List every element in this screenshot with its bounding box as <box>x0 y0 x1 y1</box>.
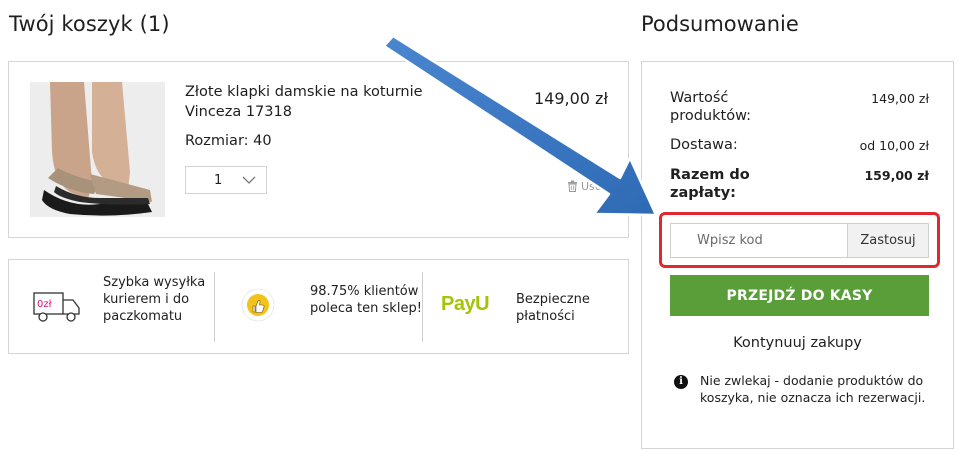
benefit-text-recommendation: 98.75% klientów poleca ten sklep! <box>310 284 422 316</box>
order-summary-panel: Wartość produktów: 149,00 zł Dostawa: od… <box>641 61 954 449</box>
sandal-photo <box>30 82 165 217</box>
benefits-bar: 0zł Szybka wysyłka kurierem i do paczkom… <box>8 259 629 354</box>
free-shipping-badge: 0zł <box>37 299 52 310</box>
apply-coupon-button[interactable]: Zastosuj <box>847 223 929 258</box>
product-image[interactable] <box>30 82 165 217</box>
trash-icon <box>568 180 577 192</box>
chevron-down-icon <box>242 176 256 184</box>
summary-title: Podsumowanie <box>641 12 799 36</box>
info-icon: i <box>674 375 688 389</box>
products-value: 149,00 zł <box>871 91 929 106</box>
total-label: Razem do zapłaty: <box>670 167 750 201</box>
coupon-code-input[interactable] <box>670 223 848 258</box>
cart-title: Twój koszyk (1) <box>9 12 170 36</box>
remove-label: Usuń <box>581 179 609 193</box>
product-size: Rozmiar: 40 <box>185 133 272 149</box>
thumbs-up-badge-icon <box>241 288 275 322</box>
benefit-text-payments: Bezpieczne płatności <box>516 292 590 324</box>
benefit-text-shipping: Szybka wysyłka kurierem i do paczkomatu <box>103 275 206 324</box>
product-price: 149,00 zł <box>533 89 608 108</box>
total-value: 159,00 zł <box>864 168 929 183</box>
cart-item-card: Złote klapki damskie na koturnie Vinceza… <box>8 61 629 238</box>
benefit-divider <box>422 272 423 342</box>
benefit-divider <box>214 272 215 342</box>
quantity-value: 1 <box>214 173 223 188</box>
delivery-truck-icon: 0zł <box>33 292 80 322</box>
shipping-value: od 10,00 zł <box>859 138 929 153</box>
products-value-label: Wartość produktów: <box>670 90 752 124</box>
remove-item-button[interactable]: Usuń <box>567 177 611 195</box>
product-name[interactable]: Złote klapki damskie na koturnie Vinceza… <box>185 82 445 122</box>
shipping-label: Dostawa: <box>670 137 738 153</box>
reservation-info-note: Nie zwlekaj - dodanie produktów do koszy… <box>700 373 926 405</box>
continue-shopping-link[interactable]: Kontynuuj zakupy <box>642 335 953 351</box>
payu-logo: PayU <box>441 293 490 315</box>
quantity-select[interactable]: 1 <box>185 166 267 194</box>
checkout-button[interactable]: PRZEJDŹ DO KASY <box>670 275 929 316</box>
